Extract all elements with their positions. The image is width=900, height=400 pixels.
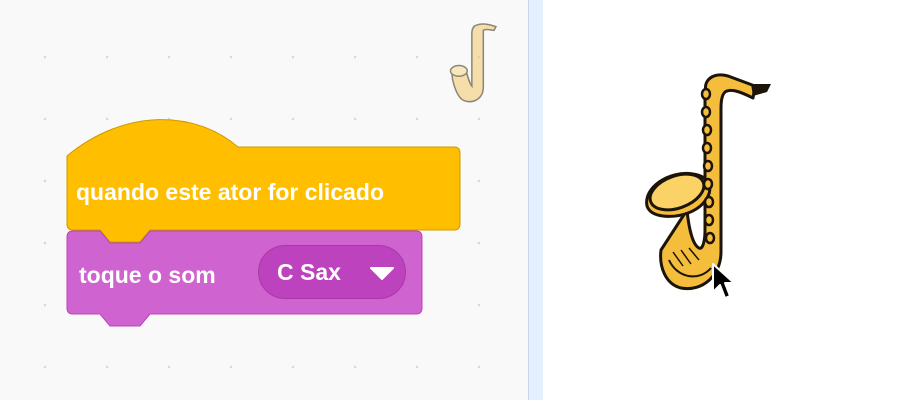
play-sound-block-label: toque o som — [79, 262, 216, 288]
code-workspace[interactable]: quando este ator for clicado toque o som… — [0, 0, 528, 400]
sound-dropdown[interactable]: C Sax — [258, 245, 406, 299]
sprite-saxophone-icon — [449, 23, 498, 103]
workspace-scrollbar[interactable] — [528, 0, 543, 400]
hat-block-label: quando este ator for clicado — [76, 179, 384, 205]
stage[interactable] — [543, 0, 900, 400]
mouse-pointer-icon — [712, 263, 735, 299]
sound-dropdown-value: C Sax — [277, 259, 341, 285]
dropdown-triangle-icon — [370, 267, 394, 280]
